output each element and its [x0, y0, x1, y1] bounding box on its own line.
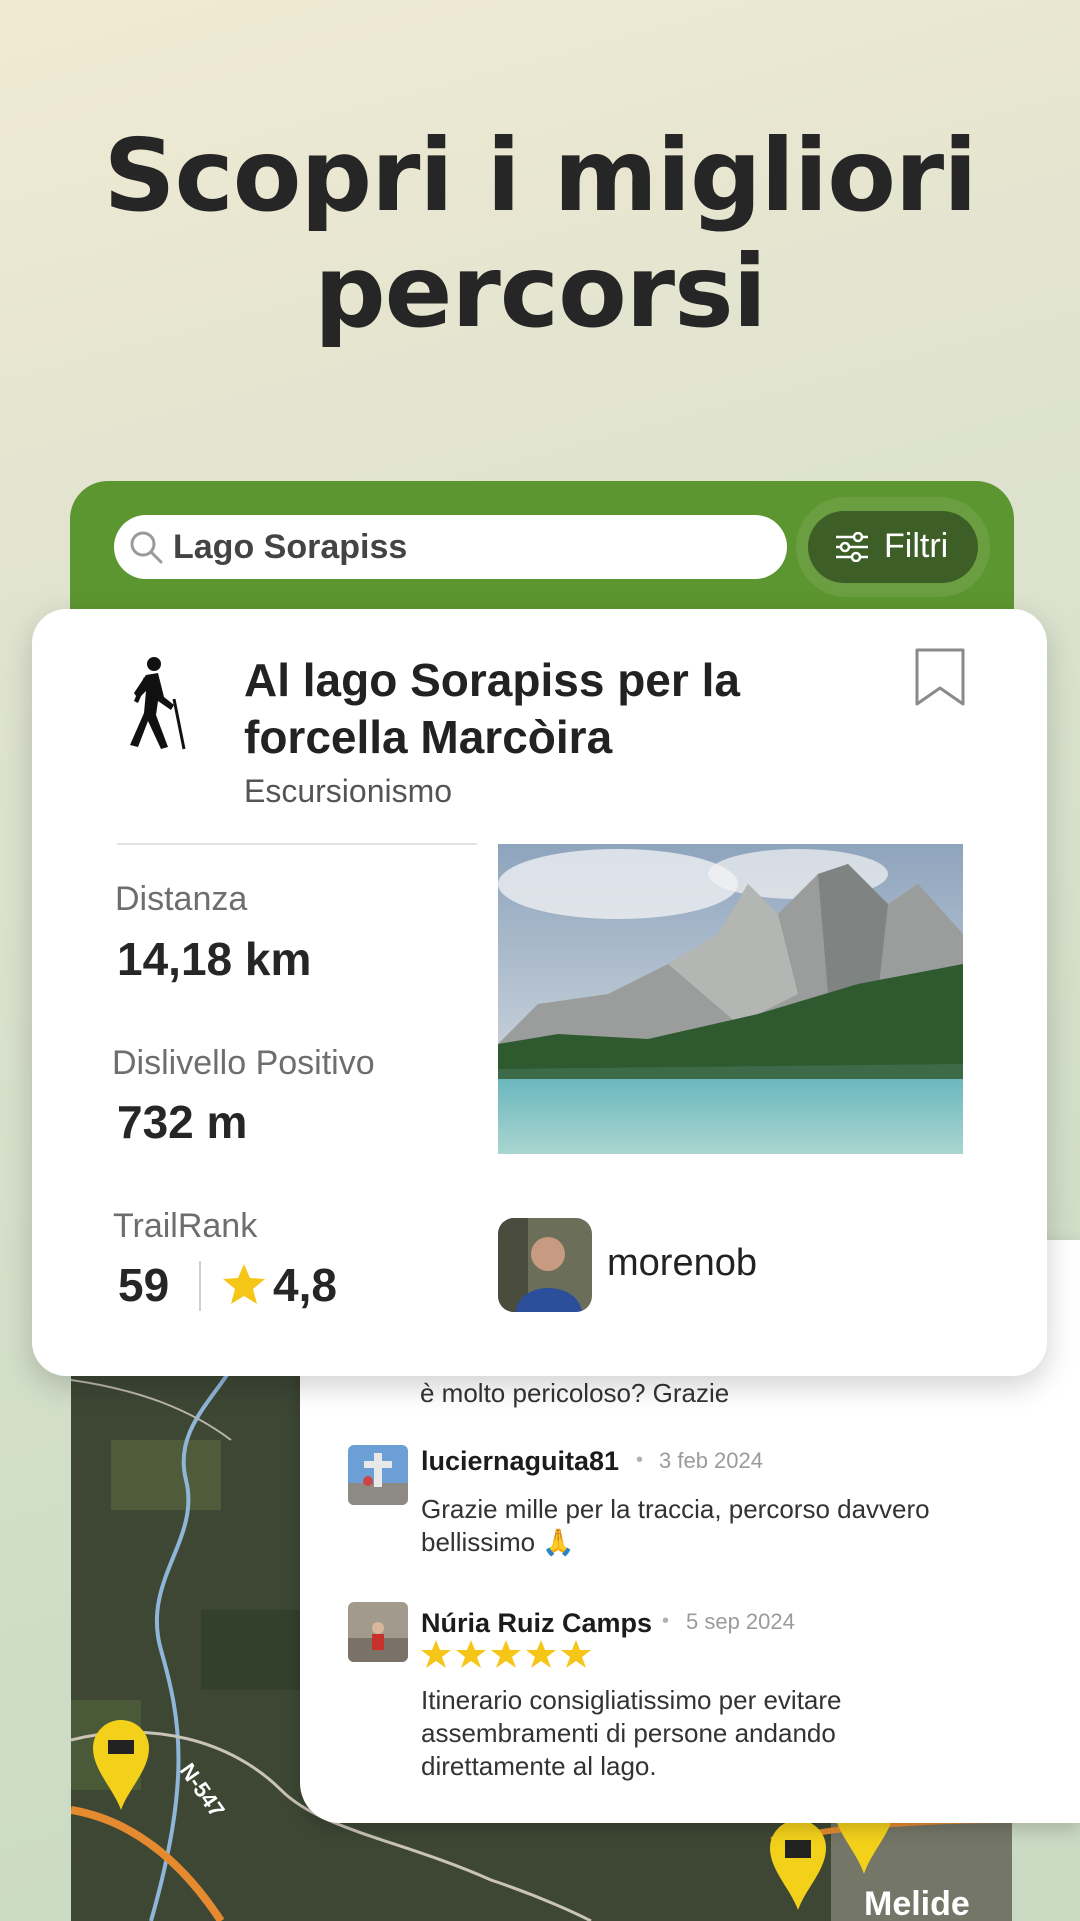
headline: Scopri i migliori percorsi [0, 118, 1080, 350]
comment-date: 5 sep 2024 [686, 1609, 795, 1634]
comment-username[interactable]: luciernaguita81 [421, 1446, 619, 1477]
search-input-value[interactable]: Lago Sorapiss [173, 528, 407, 567]
comment-username[interactable]: Núria Ruiz Camps [421, 1608, 652, 1639]
search-icon [130, 531, 163, 564]
filters-button-label: Filtri [884, 527, 949, 565]
trail-activity: Escursionismo [244, 773, 453, 809]
comment-date: 3 feb 2024 [659, 1448, 763, 1473]
trailrank-separator [199, 1261, 201, 1311]
comment-separator-dot: • [662, 1610, 670, 1632]
elevation-value: 732 m [117, 1096, 248, 1148]
comment-rating-stars [421, 1640, 591, 1668]
comment-separator-dot: • [636, 1449, 644, 1471]
trail-title[interactable]: Al lago Sorapiss per la forcella Marcòir… [244, 652, 844, 766]
trailrank-label: TrailRank [113, 1207, 258, 1245]
map-place-label: Melide [864, 1885, 970, 1921]
sliders-icon [836, 532, 868, 562]
stats-divider [117, 843, 477, 845]
elevation-label: Dislivello Positivo [112, 1044, 375, 1082]
rating-value: 4,8 [273, 1259, 337, 1311]
author-name[interactable]: morenob [607, 1242, 757, 1285]
headline-line-2: percorsi [314, 233, 767, 350]
bookmark-icon[interactable] [915, 648, 965, 706]
trailrank-value: 59 [118, 1259, 170, 1311]
author-avatar[interactable] [498, 1218, 592, 1312]
comment-previous-tail: è molto pericoloso? Grazie [420, 1378, 730, 1408]
lake-mountain-photo[interactable] [498, 844, 963, 1154]
hiker-icon [130, 657, 186, 750]
filters-button[interactable]: Filtri [808, 511, 978, 583]
distance-value: 14,18 km [117, 933, 312, 985]
comment-text: Itinerario consigliatissimo per evitare … [421, 1685, 842, 1781]
distance-label: Distanza [115, 880, 248, 918]
comment-avatar[interactable] [348, 1445, 408, 1505]
comment-avatar[interactable] [348, 1602, 408, 1662]
comment-text: Grazie mille per la traccia, percorso da… [421, 1494, 930, 1557]
headline-line-1: Scopri i migliori [103, 117, 978, 234]
star-icon [223, 1264, 265, 1304]
